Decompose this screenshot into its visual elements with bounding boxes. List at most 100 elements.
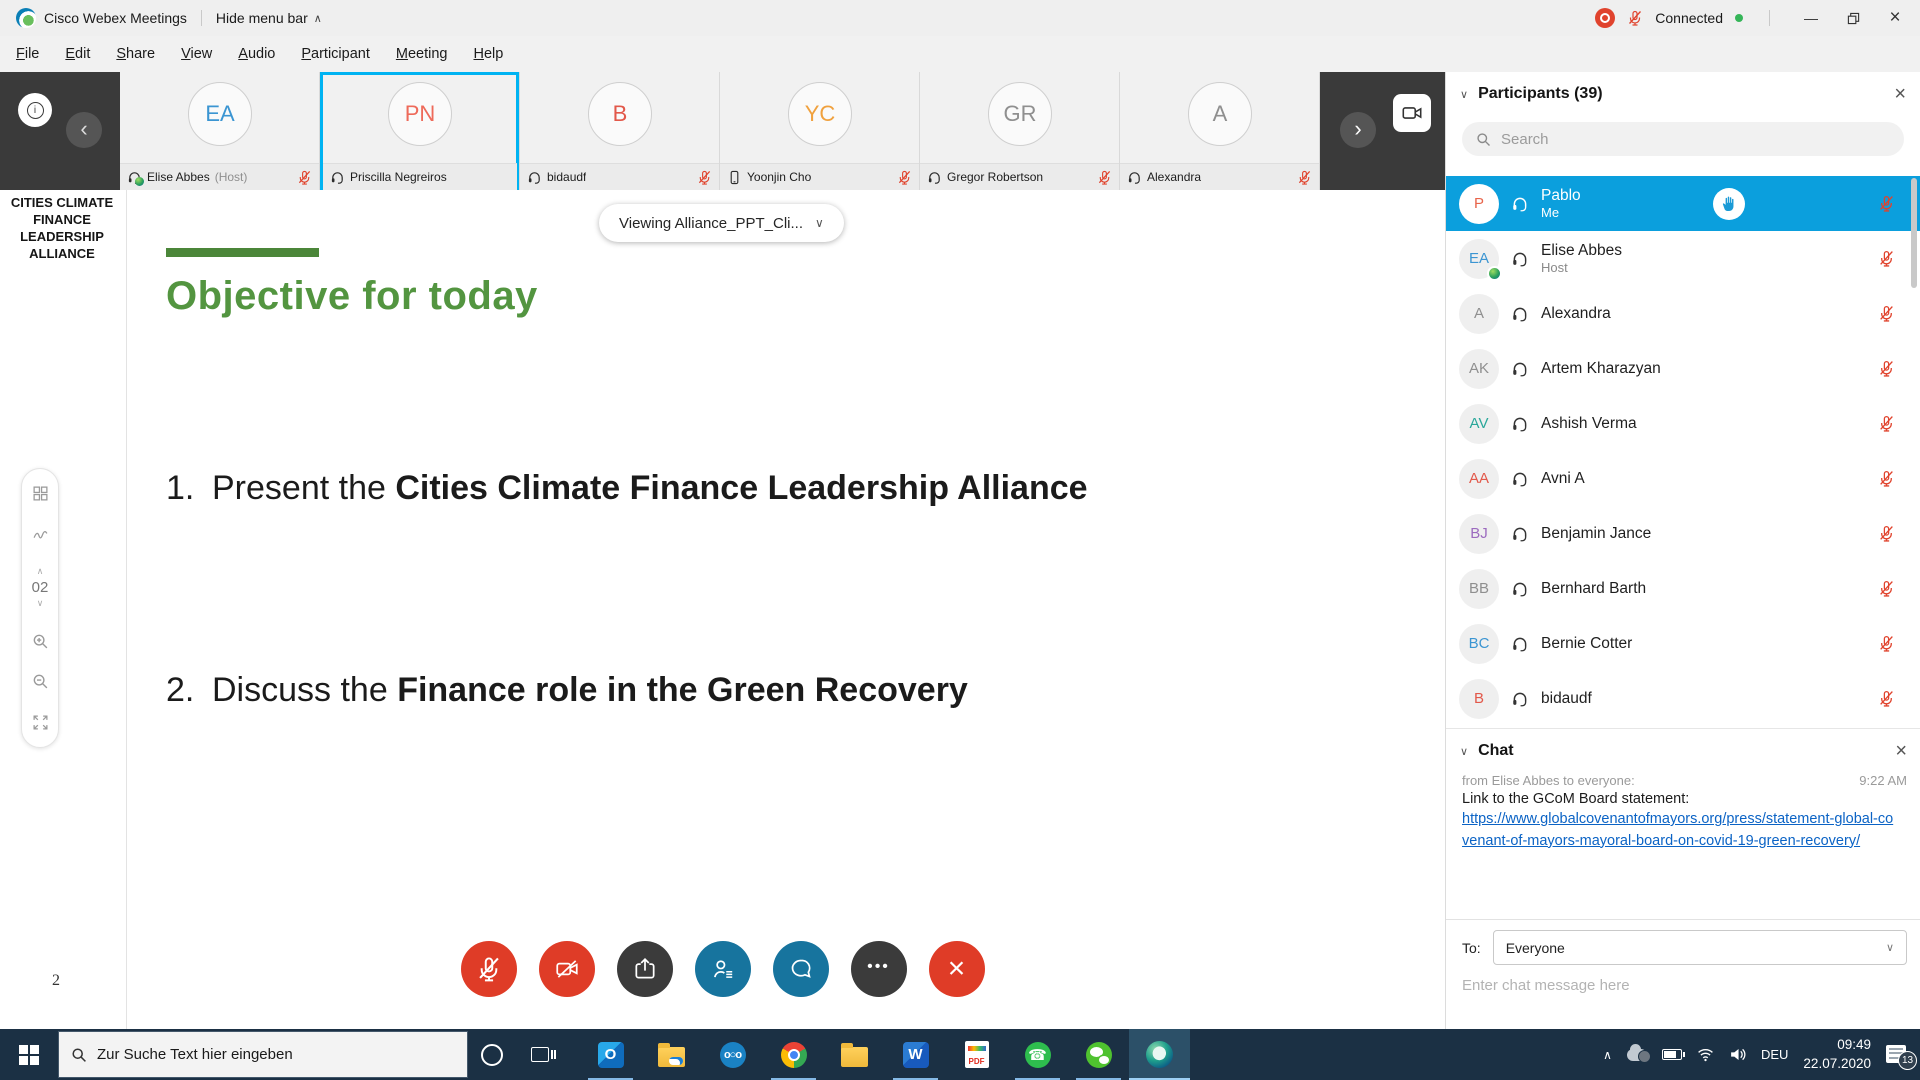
close-window-button[interactable]: ×	[1880, 6, 1910, 30]
task-view-button[interactable]	[516, 1029, 564, 1080]
taskbar-chrome[interactable]	[763, 1029, 824, 1080]
taskbar-word[interactable]: W	[885, 1029, 946, 1080]
taskbar-search-input[interactable]: Zur Suche Text hier eingeben	[58, 1031, 468, 1078]
participant-row-bidaudf[interactable]: B bidaudf	[1446, 671, 1920, 724]
page-up-icon[interactable]: ∧	[37, 566, 44, 577]
battery-icon[interactable]	[1661, 1049, 1685, 1060]
next-participants-button[interactable]: ›	[1340, 112, 1376, 148]
word-icon: W	[902, 1041, 929, 1068]
hide-menu-bar-button[interactable]: Hide menu bar ∧	[216, 10, 322, 26]
video-layout-button[interactable]	[1393, 94, 1431, 132]
annotate-icon[interactable]	[32, 526, 49, 543]
start-video-button[interactable]	[538, 941, 595, 997]
menu-meeting[interactable]: Meeting	[396, 46, 448, 62]
previous-participants-button[interactable]: ‹	[66, 112, 102, 148]
zoom-in-icon[interactable]	[32, 633, 49, 650]
close-chat-icon[interactable]: ×	[1895, 740, 1907, 763]
recipient-select[interactable]: Everyone ∨	[1492, 930, 1907, 965]
participant-name: Alexandra	[1541, 304, 1611, 322]
participant-name: Artem Kharazyan	[1541, 359, 1661, 377]
fullscreen-icon[interactable]	[32, 714, 49, 731]
titlebar: Cisco Webex Meetings Hide menu bar ∧ Con…	[0, 0, 1920, 36]
wechat-icon	[1085, 1041, 1112, 1068]
avatar: AV	[1459, 403, 1499, 444]
participant-row-benjamin[interactable]: BJ Benjamin Jance	[1446, 506, 1920, 561]
tray-expand-icon[interactable]: ∧	[1603, 1048, 1612, 1062]
menu-view[interactable]: View	[181, 46, 212, 62]
slide-toolbar: ∧ 02 ∨	[21, 468, 59, 748]
participant-row-pablo[interactable]: P Pablo Me	[1446, 176, 1920, 231]
participants-button[interactable]	[694, 941, 751, 997]
taskbar-explorer[interactable]	[824, 1029, 885, 1080]
video-tile-alexandra[interactable]: A Alexandra	[1120, 72, 1320, 190]
collapse-icon[interactable]: ∨	[1460, 88, 1468, 101]
volume-icon[interactable]	[1729, 1046, 1746, 1063]
zoom-out-icon[interactable]	[32, 673, 49, 690]
menu-edit[interactable]: Edit	[65, 46, 90, 62]
participant-row-artem[interactable]: AK Artem Kharazyan	[1446, 341, 1920, 396]
chevron-up-icon: ∧	[313, 12, 322, 25]
participant-row-elise[interactable]: EA Elise Abbes Host	[1446, 231, 1920, 286]
taskbar-wechat[interactable]	[1068, 1029, 1129, 1080]
avatar: BJ	[1459, 513, 1499, 554]
taskbar-outlook[interactable]: O	[580, 1029, 641, 1080]
viewing-dropdown[interactable]: Viewing Alliance_PPT_Cli... ∨	[599, 204, 844, 242]
participant-row-avni[interactable]: AA Avni A	[1446, 451, 1920, 506]
avatar: P	[1459, 183, 1499, 224]
thumbnail-grid-icon[interactable]	[32, 485, 49, 502]
info-button[interactable]: i	[18, 93, 52, 127]
menu-help[interactable]: Help	[473, 46, 503, 62]
windows-taskbar: Zur Suche Text hier eingeben O o○o W PDF…	[0, 1029, 1920, 1080]
chat-recipient-row: To: Everyone ∨	[1446, 919, 1920, 965]
video-tile-elise[interactable]: EA Elise Abbes (Host)	[120, 72, 320, 190]
minimize-button[interactable]: —	[1796, 6, 1826, 30]
taskbar-webex-active[interactable]	[1129, 1029, 1190, 1080]
mic-off-icon	[1878, 195, 1895, 212]
share-content-button[interactable]	[616, 941, 673, 997]
wifi-icon[interactable]	[1697, 1046, 1714, 1063]
menu-audio[interactable]: Audio	[238, 46, 275, 62]
menu-participant[interactable]: Participant	[301, 46, 370, 62]
restore-button[interactable]	[1838, 6, 1868, 30]
recording-indicator-icon[interactable]	[1595, 8, 1616, 28]
taskbar-folder-onedrive[interactable]	[641, 1029, 702, 1080]
ccfla-logo: CITIES CLIMATE FINANCE LEADERSHIP ALLIAN…	[10, 195, 114, 262]
video-tile-gregor[interactable]: GR Gregor Robertson	[920, 72, 1120, 190]
mic-off-icon	[897, 170, 912, 185]
taskbar-nextcloud[interactable]: o○o	[702, 1029, 763, 1080]
participant-name: Pablo	[1541, 186, 1581, 204]
clock[interactable]: 09:49 22.07.2020	[1803, 1036, 1871, 1072]
page-down-icon[interactable]: ∨	[37, 598, 44, 609]
language-indicator[interactable]: DEU	[1761, 1047, 1788, 1062]
participant-search-input[interactable]: Search	[1462, 122, 1904, 156]
unmute-button[interactable]	[460, 941, 517, 997]
onedrive-paused-icon[interactable]	[1626, 1043, 1651, 1063]
participants-scrollbar[interactable]	[1911, 178, 1917, 288]
meeting-controls: ••• ×	[0, 941, 1445, 997]
close-participants-icon[interactable]: ×	[1894, 83, 1906, 106]
lower-hand-button[interactable]	[1713, 187, 1745, 220]
more-options-button[interactable]: •••	[850, 941, 907, 997]
collapse-icon[interactable]: ∨	[1460, 745, 1468, 758]
cortana-button[interactable]	[468, 1029, 516, 1080]
taskbar-whatsapp[interactable]: ☎	[1007, 1029, 1068, 1080]
notification-center-button[interactable]: 13	[1886, 1044, 1917, 1070]
chat-message-link[interactable]: https://www.globalcovenantofmayors.org/p…	[1446, 807, 1916, 853]
taskbar-pdf[interactable]: PDF	[946, 1029, 1007, 1080]
menu-file[interactable]: File	[16, 46, 39, 62]
leave-meeting-button[interactable]: ×	[928, 941, 985, 997]
chat-message-input[interactable]: Enter chat message here	[1462, 977, 1630, 994]
participant-row-ashish[interactable]: AV Ashish Verma	[1446, 396, 1920, 451]
video-tile-yoonjin[interactable]: YC Yoonjin Cho	[720, 72, 920, 190]
chat-button[interactable]	[772, 941, 829, 997]
menu-share[interactable]: Share	[116, 46, 155, 62]
participant-row-bernhard[interactable]: BB Bernhard Barth	[1446, 561, 1920, 616]
start-button[interactable]	[0, 1029, 58, 1080]
share-icon	[632, 956, 658, 982]
search-icon	[71, 1047, 87, 1063]
video-tile-priscilla-selected[interactable]: PN Priscilla Negreiros	[320, 72, 520, 190]
participant-row-alexandra[interactable]: A Alexandra	[1446, 286, 1920, 341]
video-tile-bidaudf[interactable]: B bidaudf	[520, 72, 720, 190]
slide-title: Objective for today	[166, 274, 538, 318]
participant-row-bernie[interactable]: BC Bernie Cotter	[1446, 616, 1920, 671]
